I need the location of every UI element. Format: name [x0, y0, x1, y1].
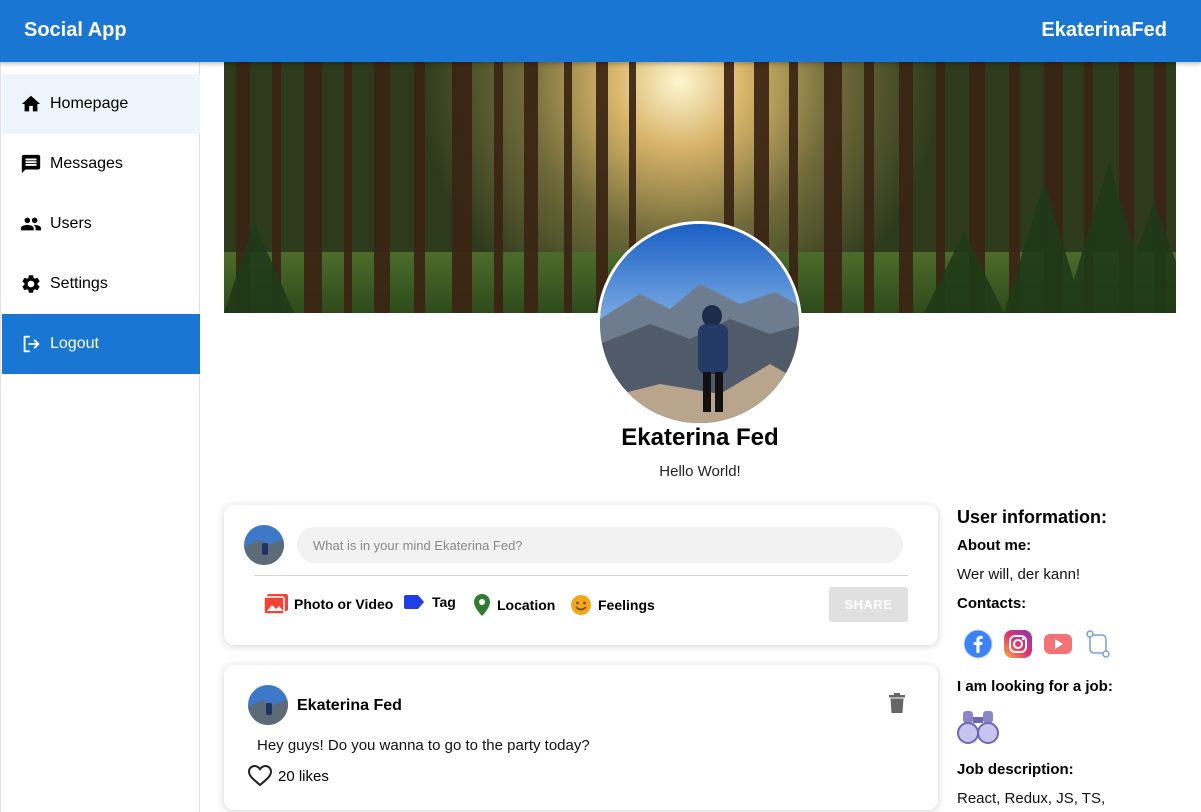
likes-count: 20 likes	[278, 767, 329, 785]
post-text: Hey guys! Do you wanna to go to the part…	[257, 737, 590, 754]
sidebar-item-label: Settings	[50, 275, 108, 292]
heart-icon	[248, 765, 272, 787]
app-bar: Social App EkaterinaFed	[0, 0, 1201, 62]
sidebar-item-label: Users	[50, 215, 92, 232]
contacts-label: Contacts:	[957, 595, 1027, 612]
divider	[254, 575, 908, 576]
trash-icon[interactable]	[889, 693, 905, 713]
binoculars-icon	[957, 711, 999, 744]
option-label: Tag	[432, 594, 456, 610]
photo-icon	[264, 594, 288, 614]
user-info-title: User information:	[957, 507, 1108, 527]
post-input[interactable]	[297, 527, 903, 563]
post-author[interactable]: Ekaterina Fed	[297, 697, 402, 715]
profile-bio: Hello World!	[659, 463, 741, 480]
sidebar: Homepage Messages Users Settings Logout	[0, 62, 200, 812]
avatar[interactable]	[244, 525, 284, 565]
option-label: Feelings	[598, 597, 655, 613]
users-icon	[20, 217, 42, 231]
avatar[interactable]	[248, 685, 288, 725]
option-label: Photo or Video	[294, 596, 394, 612]
profile-name: Ekaterina Fed	[621, 424, 779, 451]
share-card: Photo or Video Tag Location Feelings SHA…	[224, 505, 938, 645]
youtube-icon[interactable]	[1043, 629, 1073, 659]
location-option[interactable]: Location	[473, 594, 555, 616]
job-description-value: React, Redux, JS, TS,	[957, 790, 1106, 807]
message-icon	[21, 154, 41, 174]
option-label: Location	[497, 597, 556, 613]
tag-icon	[404, 595, 424, 609]
github-icon[interactable]	[1083, 629, 1113, 659]
feelings-option[interactable]: Feelings	[570, 594, 655, 616]
current-username[interactable]: EkaterinaFed	[1041, 19, 1167, 42]
facebook-icon[interactable]	[963, 629, 993, 659]
sidebar-item-users[interactable]: Users	[2, 194, 200, 254]
job-description-label: Job description:	[957, 761, 1074, 778]
about-value: Wer will, der kann!	[957, 566, 1081, 583]
sidebar-item-homepage[interactable]: Homepage	[2, 74, 200, 134]
share-button[interactable]: SHARE	[829, 587, 908, 622]
smile-icon	[571, 595, 591, 615]
instagram-icon[interactable]	[1003, 629, 1033, 659]
job-label: I am looking for a job:	[957, 678, 1113, 695]
home-icon	[21, 95, 41, 112]
location-icon	[474, 594, 490, 616]
like-button[interactable]: 20 likes	[248, 765, 329, 787]
tag-option[interactable]: Tag	[404, 594, 456, 610]
photo-video-option[interactable]: Photo or Video	[264, 594, 393, 614]
sidebar-item-label: Logout	[50, 335, 99, 352]
sidebar-item-label: Homepage	[50, 95, 129, 112]
sidebar-item-messages[interactable]: Messages	[2, 134, 200, 194]
app-title[interactable]: Social App	[24, 19, 127, 42]
post-card: Ekaterina Fed Hey guys! Do you wanna to …	[224, 665, 938, 810]
gear-icon	[22, 275, 40, 293]
logout-icon	[23, 335, 40, 353]
sidebar-item-logout[interactable]: Logout	[2, 314, 200, 374]
profile-avatar[interactable]	[597, 221, 802, 426]
about-label: About me:	[957, 537, 1032, 554]
sidebar-item-settings[interactable]: Settings	[2, 254, 200, 314]
sidebar-item-label: Messages	[50, 155, 123, 172]
